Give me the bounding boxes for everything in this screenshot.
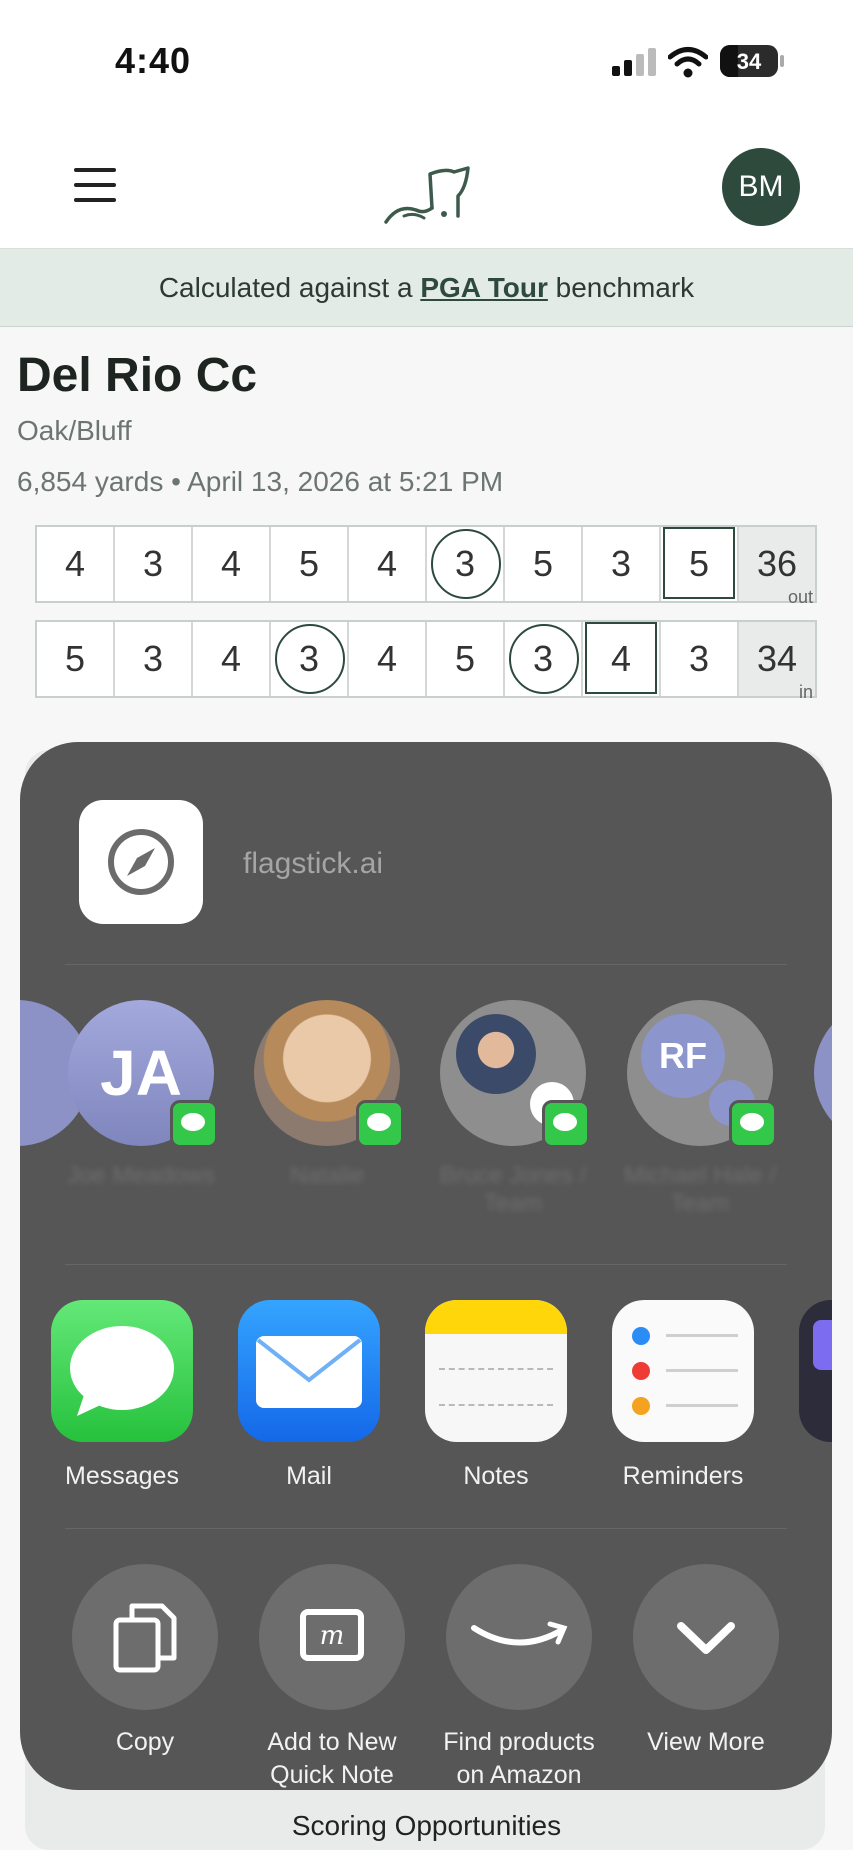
- group-avatar[interactable]: RF: [627, 1000, 777, 1148]
- benchmark-link[interactable]: PGA Tour: [420, 272, 548, 303]
- contact-name: Natalie: [289, 1162, 365, 1189]
- contact-initials: RF: [641, 1014, 725, 1098]
- reminders-app-icon[interactable]: [612, 1300, 754, 1442]
- out-label: out: [787, 587, 813, 607]
- status-time: 4:40: [115, 40, 192, 81]
- user-avatar[interactable]: BM: [722, 148, 800, 226]
- mail-label: Mail: [286, 1462, 332, 1490]
- copy-button[interactable]: [72, 1564, 218, 1710]
- quick-note-label-line2: Quick Note: [270, 1761, 394, 1789]
- status-bar: 4:40 34: [0, 0, 853, 110]
- in-label: in: [798, 682, 813, 702]
- hamburger-menu-icon[interactable]: [74, 168, 116, 202]
- hole-score: 5: [505, 527, 583, 601]
- banner-suffix: benchmark: [547, 272, 695, 303]
- amazon-label-line1: Find products: [443, 1728, 595, 1756]
- hole-score: 3: [583, 527, 661, 601]
- back-total: 34 in: [739, 622, 815, 702]
- hole-score-birdie: 3: [427, 527, 505, 601]
- course-title: Del Rio Cc: [17, 349, 258, 402]
- view-more-button[interactable]: [633, 1564, 779, 1710]
- messages-badge-icon: [542, 1100, 590, 1148]
- copy-icon: [113, 1603, 177, 1673]
- contact-name: Bruce Jones / Team: [439, 1162, 587, 1217]
- add-quick-note-button[interactable]: m: [259, 1564, 405, 1710]
- amazon-button[interactable]: [446, 1564, 592, 1710]
- divider: [65, 1528, 787, 1529]
- flagstick-logo[interactable]: [380, 158, 474, 228]
- quick-note-label-line1: Add to New: [267, 1728, 397, 1756]
- battery-level: 34: [736, 49, 762, 74]
- svg-text:m: m: [320, 1621, 345, 1651]
- battery-icon: 34: [720, 45, 778, 77]
- view-more-label: View More: [611, 1726, 801, 1759]
- benchmark-banner: Calculated against a PGA Tour benchmark: [0, 249, 853, 327]
- notes-label: Notes: [463, 1462, 529, 1490]
- contact-name: Michael Hale / Team: [623, 1162, 777, 1217]
- view-more-label-line1: View More: [647, 1728, 765, 1756]
- hole-score-bogey: 4: [583, 622, 661, 696]
- safari-compass-icon: [79, 800, 203, 924]
- scoring-opportunities-heading: Scoring Opportunities: [291, 1810, 562, 1841]
- contact-avatar[interactable]: JA: [68, 1000, 218, 1148]
- hole-score: 3: [661, 622, 739, 696]
- divider: [65, 1264, 787, 1265]
- wifi-icon: [668, 47, 708, 78]
- chevron-down-icon: [677, 1622, 735, 1654]
- partial-app-icon[interactable]: [799, 1300, 832, 1442]
- cellular-signal-icon: [612, 48, 656, 76]
- hole-score: 5: [271, 527, 349, 601]
- mail-app-icon[interactable]: [238, 1300, 380, 1442]
- round-meta: 6,854 yards • April 13, 2026 at 5:21 PM: [17, 466, 504, 497]
- hole-score: 4: [193, 527, 271, 601]
- divider: [65, 964, 787, 965]
- messages-badge-icon: [170, 1100, 218, 1148]
- hole-score: 5: [427, 622, 505, 696]
- messages-badge-icon: [729, 1100, 777, 1148]
- contact-photo[interactable]: [254, 1000, 404, 1148]
- messages-badge-icon: [356, 1100, 404, 1148]
- hole-score: 3: [115, 622, 193, 696]
- notes-app-icon[interactable]: [425, 1300, 567, 1442]
- reminders-label: Reminders: [622, 1462, 744, 1490]
- amazon-label: Find products on Amazon: [424, 1726, 614, 1790]
- app-header: BM: [0, 110, 853, 249]
- front-total-value: 36: [756, 543, 798, 584]
- scorecard-front-nine: 4 3 4 5 4 3 5 3 5 36 out: [35, 525, 817, 607]
- scorecard-back-nine: 5 3 4 3 4 5 3 4 3 34 in: [35, 620, 817, 702]
- tee-name: Oak/Bluff: [17, 415, 132, 446]
- amazon-label-line2: on Amazon: [456, 1761, 582, 1789]
- shared-site-url: flagstick.ai: [243, 847, 384, 880]
- hole-score-bogey: 5: [661, 527, 739, 601]
- contact-partial[interactable]: [814, 1000, 832, 1146]
- back-total-value: 34: [756, 638, 798, 679]
- group-avatar[interactable]: [440, 1000, 590, 1148]
- contact-photo: [456, 1014, 536, 1094]
- contact-initials: JA: [100, 1037, 182, 1109]
- amazon-smile-icon: [471, 1621, 568, 1646]
- contact-name: Joe Meadows: [66, 1162, 216, 1189]
- copy-label: Copy: [50, 1726, 240, 1759]
- hole-score: 4: [193, 622, 271, 696]
- hole-score: 5: [37, 622, 115, 696]
- banner-prefix: Calculated against a: [158, 272, 421, 303]
- hole-score: 3: [115, 527, 193, 601]
- hole-score-birdie: 3: [271, 622, 349, 696]
- share-sheet: flagstick.ai JA Joe Meadows Natalie Bruc…: [20, 742, 832, 1790]
- quick-note-icon: m: [300, 1609, 364, 1661]
- messages-app-icon[interactable]: [51, 1300, 193, 1442]
- hole-score: 4: [37, 527, 115, 601]
- copy-label-line1: Copy: [115, 1728, 175, 1756]
- quick-note-label: Add to New Quick Note: [237, 1726, 427, 1790]
- hole-score: 4: [349, 622, 427, 696]
- hole-score-birdie: 3: [505, 622, 583, 696]
- front-total: 36 out: [739, 527, 815, 607]
- hole-score: 4: [349, 527, 427, 601]
- messages-label: Messages: [65, 1462, 179, 1490]
